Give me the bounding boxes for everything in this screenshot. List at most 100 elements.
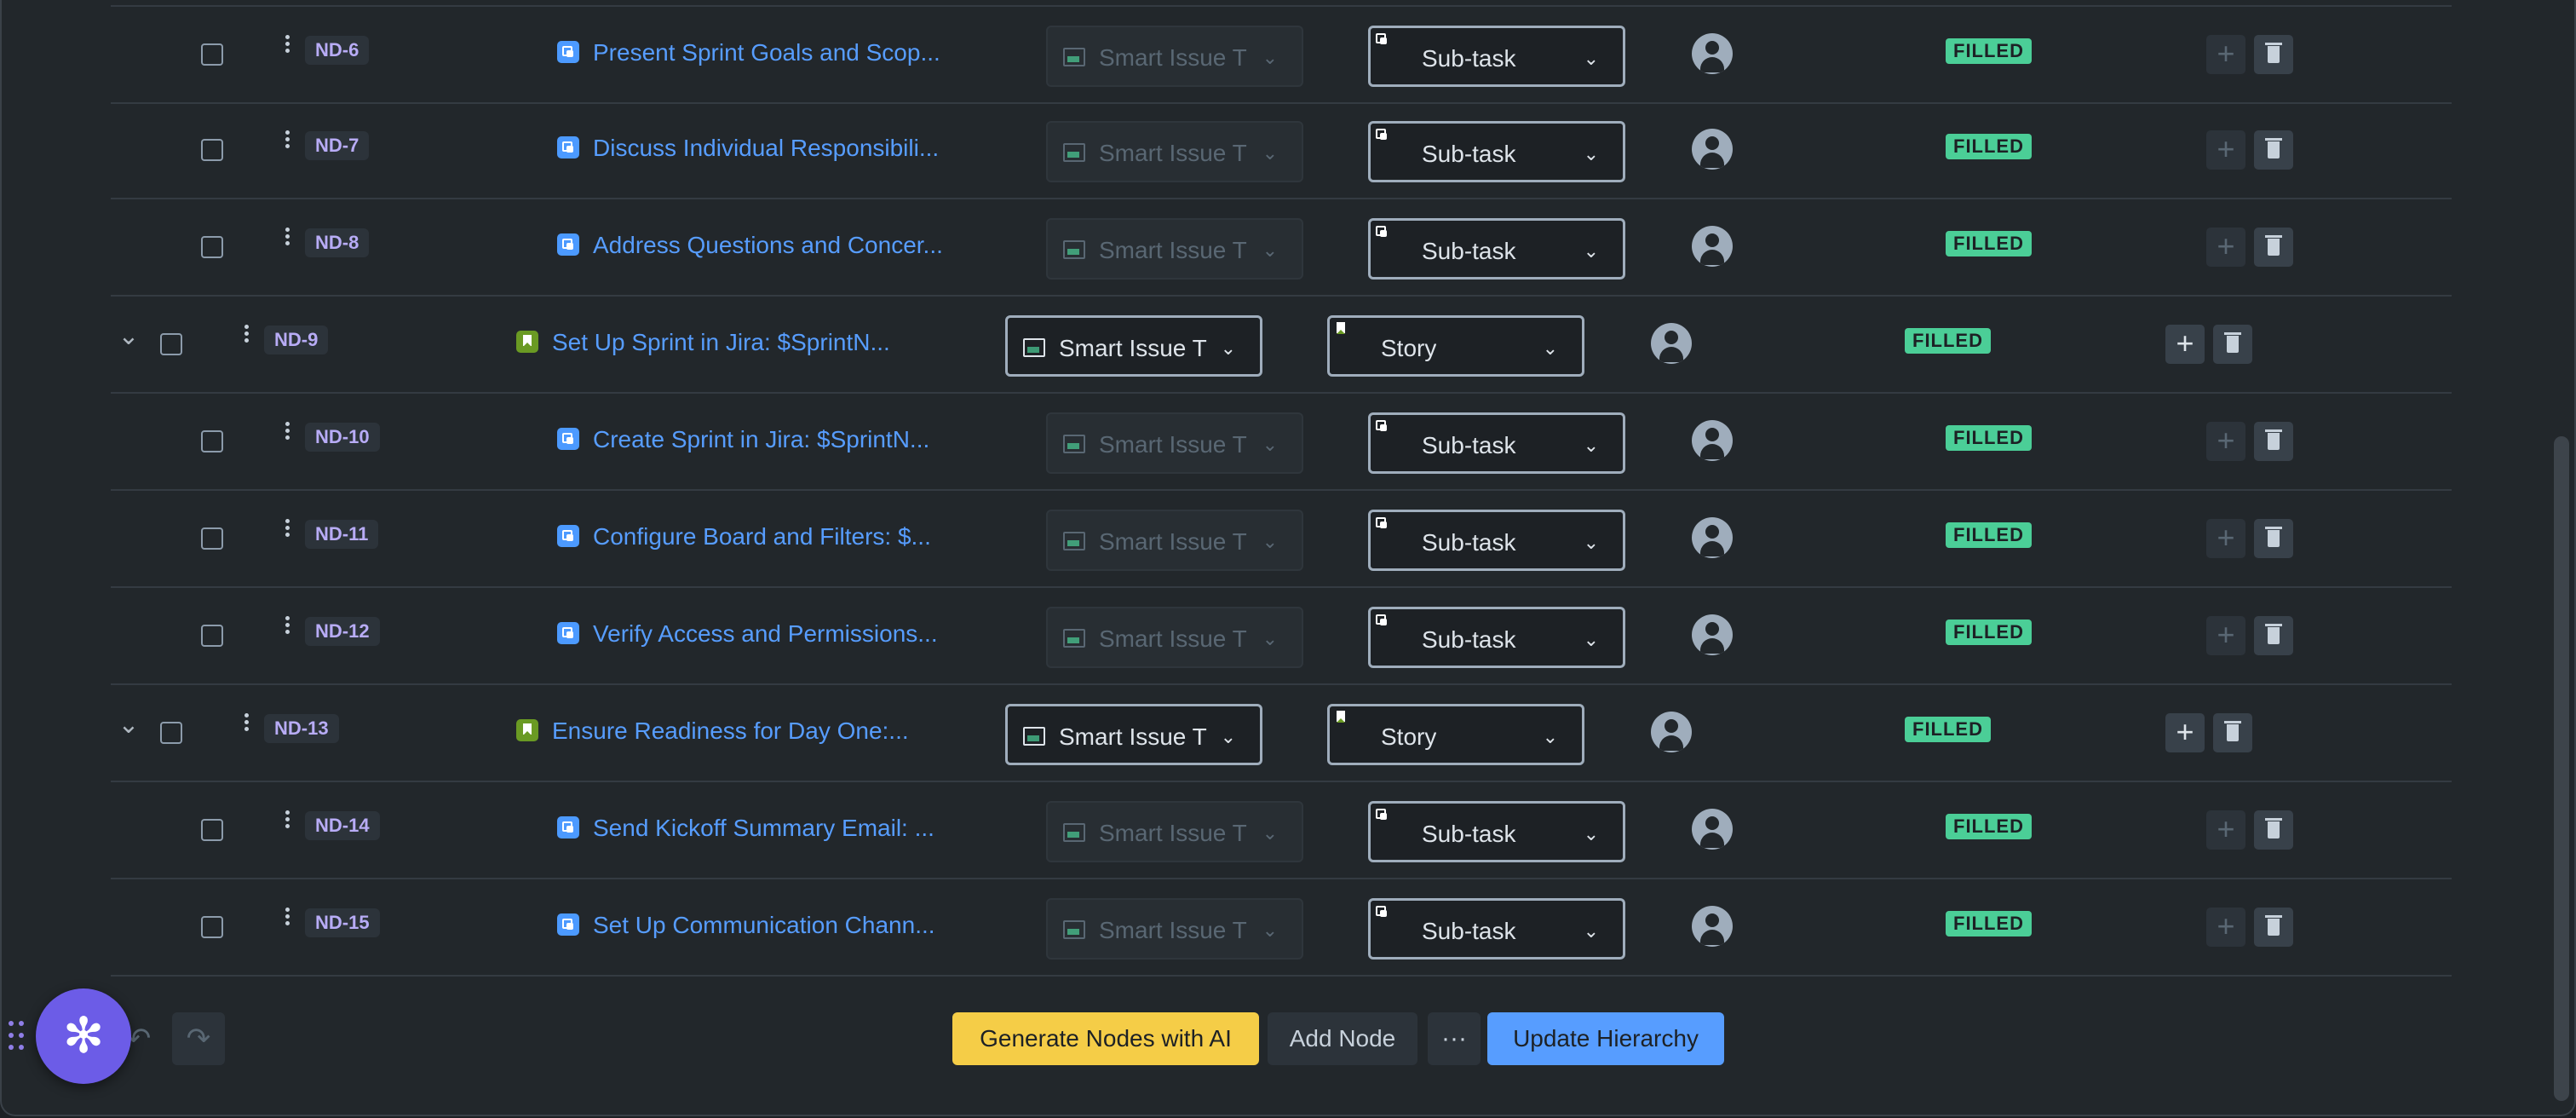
smart-issue-type-select: Smart Issue T ⌄ bbox=[1046, 510, 1303, 571]
issue-type-select[interactable]: Sub-task ⌄ bbox=[1368, 607, 1625, 668]
issue-key: ND-6 bbox=[305, 36, 370, 65]
issue-summary-link[interactable]: Set Up Sprint in Jira: $SprintN... bbox=[552, 326, 890, 360]
add-child-button[interactable]: + bbox=[2206, 616, 2245, 655]
update-hierarchy-button[interactable]: Update Hierarchy bbox=[1487, 1012, 1724, 1065]
issue-type-select[interactable]: Story ⌄ bbox=[1327, 315, 1584, 377]
generate-nodes-ai-button[interactable]: Generate Nodes with AI bbox=[952, 1012, 1259, 1065]
row-menu-icon[interactable] bbox=[283, 128, 291, 162]
issue-summary-link[interactable]: Present Sprint Goals and Scop... bbox=[593, 36, 940, 70]
delete-trash-icon[interactable] bbox=[2254, 519, 2293, 558]
delete-trash-icon[interactable] bbox=[2254, 616, 2293, 655]
issue-type-select[interactable]: Sub-task ⌄ bbox=[1368, 121, 1625, 182]
row-menu-icon[interactable] bbox=[283, 225, 291, 259]
table-row: ⌄ ND-13 Ensure Readiness for Day One:... Sm… bbox=[111, 685, 2452, 782]
issue-summary-link[interactable]: Send Kickoff Summary Email: ... bbox=[593, 811, 934, 845]
redo-button[interactable]: ↷ bbox=[172, 1012, 225, 1065]
table-row: ND-10 Create Sprint in Jira: $SprintN... S… bbox=[111, 394, 2452, 491]
assignee-avatar[interactable] bbox=[1651, 323, 1692, 364]
issue-type-select[interactable]: Sub-task ⌄ bbox=[1368, 26, 1625, 87]
assignee-avatar[interactable] bbox=[1692, 906, 1733, 947]
add-child-button[interactable]: + bbox=[2165, 713, 2205, 752]
issue-summary-link[interactable]: Verify Access and Permissions... bbox=[593, 617, 938, 651]
issue-summary-link[interactable]: Create Sprint in Jira: $SprintN... bbox=[593, 423, 929, 457]
table-row: ND-8 Address Questions and Concer... Smart… bbox=[111, 199, 2452, 297]
row-checkbox[interactable] bbox=[201, 43, 223, 66]
row-menu-icon[interactable] bbox=[283, 419, 291, 453]
assignee-avatar[interactable] bbox=[1692, 420, 1733, 461]
image-icon bbox=[1063, 823, 1085, 842]
issue-summary-link[interactable]: Ensure Readiness for Day One:... bbox=[552, 714, 909, 748]
image-icon bbox=[1063, 920, 1085, 939]
row-menu-icon[interactable] bbox=[283, 32, 291, 66]
row-checkbox[interactable] bbox=[201, 527, 223, 550]
issue-summary-link[interactable]: Address Questions and Concer... bbox=[593, 228, 943, 262]
add-child-button[interactable]: + bbox=[2206, 810, 2245, 850]
assignee-avatar[interactable] bbox=[1692, 809, 1733, 850]
collapse-chevron-icon[interactable]: ⌄ bbox=[114, 322, 143, 351]
smart-issue-type-select: Smart Issue T ⌄ bbox=[1046, 898, 1303, 960]
row-checkbox[interactable] bbox=[160, 722, 182, 744]
assignee-avatar[interactable] bbox=[1692, 226, 1733, 267]
smart-issue-type-select: Smart Issue T ⌄ bbox=[1046, 121, 1303, 182]
assignee-avatar[interactable] bbox=[1692, 614, 1733, 655]
subtask-icon bbox=[557, 428, 579, 450]
delete-trash-icon[interactable] bbox=[2254, 130, 2293, 170]
scrollbar[interactable] bbox=[2549, 0, 2574, 1115]
add-child-button[interactable]: + bbox=[2165, 325, 2205, 364]
add-child-button[interactable]: + bbox=[2206, 422, 2245, 461]
issue-summary-link[interactable]: Discuss Individual Responsibili... bbox=[593, 131, 939, 165]
row-menu-icon[interactable] bbox=[242, 711, 250, 745]
hierarchy-panel: ND-6 Present Sprint Goals and Scop... Smar… bbox=[0, 0, 2576, 1116]
smart-issue-type-select: Smart Issue T ⌄ bbox=[1046, 607, 1303, 668]
subtask-icon bbox=[557, 816, 579, 838]
delete-trash-icon[interactable] bbox=[2254, 422, 2293, 461]
more-options-button[interactable]: ··· bbox=[1428, 1012, 1481, 1065]
add-node-button[interactable]: Add Node bbox=[1268, 1012, 1417, 1065]
assignee-avatar[interactable] bbox=[1692, 517, 1733, 558]
issue-type-select[interactable]: Sub-task ⌄ bbox=[1368, 412, 1625, 474]
delete-trash-icon[interactable] bbox=[2213, 713, 2252, 752]
delete-trash-icon[interactable] bbox=[2254, 908, 2293, 947]
add-child-button[interactable]: + bbox=[2206, 519, 2245, 558]
row-checkbox[interactable] bbox=[201, 139, 223, 161]
assignee-avatar[interactable] bbox=[1651, 712, 1692, 752]
image-icon bbox=[1063, 532, 1085, 550]
assignee-avatar[interactable] bbox=[1692, 129, 1733, 170]
table-row: ND-7 Discuss Individual Responsibili... Sm… bbox=[111, 102, 2452, 199]
assignee-avatar[interactable] bbox=[1692, 33, 1733, 74]
row-checkbox[interactable] bbox=[201, 236, 223, 258]
row-checkbox[interactable] bbox=[201, 625, 223, 647]
row-menu-icon[interactable] bbox=[283, 516, 291, 550]
issue-type-select[interactable]: Sub-task ⌄ bbox=[1368, 510, 1625, 571]
issue-summary-link[interactable]: Configure Board and Filters: $... bbox=[593, 520, 931, 554]
add-child-button[interactable]: + bbox=[2206, 35, 2245, 74]
row-checkbox[interactable] bbox=[201, 430, 223, 452]
row-checkbox[interactable] bbox=[201, 819, 223, 841]
smart-issue-type-select[interactable]: Smart Issue T ⌄ bbox=[1005, 704, 1262, 765]
smart-issue-type-select: Smart Issue T ⌄ bbox=[1046, 218, 1303, 280]
drag-handle-icon[interactable] bbox=[9, 1021, 27, 1052]
delete-trash-icon[interactable] bbox=[2213, 325, 2252, 364]
row-menu-icon[interactable] bbox=[283, 905, 291, 939]
row-menu-icon[interactable] bbox=[283, 614, 291, 648]
row-checkbox[interactable] bbox=[201, 916, 223, 938]
assistant-fab-button[interactable]: ✻ bbox=[36, 988, 131, 1084]
add-child-button[interactable]: + bbox=[2206, 228, 2245, 267]
smart-issue-type-select[interactable]: Smart Issue T ⌄ bbox=[1005, 315, 1262, 377]
issue-summary-link[interactable]: Set Up Communication Chann... bbox=[593, 908, 935, 942]
row-menu-icon[interactable] bbox=[283, 808, 291, 842]
row-menu-icon[interactable] bbox=[242, 322, 250, 356]
delete-trash-icon[interactable] bbox=[2254, 810, 2293, 850]
collapse-chevron-icon[interactable]: ⌄ bbox=[114, 711, 143, 740]
issue-type-select[interactable]: Sub-task ⌄ bbox=[1368, 218, 1625, 280]
delete-trash-icon[interactable] bbox=[2254, 228, 2293, 267]
issue-type-select[interactable]: Sub-task ⌄ bbox=[1368, 801, 1625, 862]
add-child-button[interactable]: + bbox=[2206, 908, 2245, 947]
row-checkbox[interactable] bbox=[160, 333, 182, 355]
add-child-button[interactable]: + bbox=[2206, 130, 2245, 170]
issue-type-select[interactable]: Sub-task ⌄ bbox=[1368, 898, 1625, 960]
delete-trash-icon[interactable] bbox=[2254, 35, 2293, 74]
asterisk-gear-icon: ✻ bbox=[62, 1008, 105, 1063]
scroll-thumb[interactable] bbox=[2554, 436, 2569, 1101]
issue-type-select[interactable]: Story ⌄ bbox=[1327, 704, 1584, 765]
